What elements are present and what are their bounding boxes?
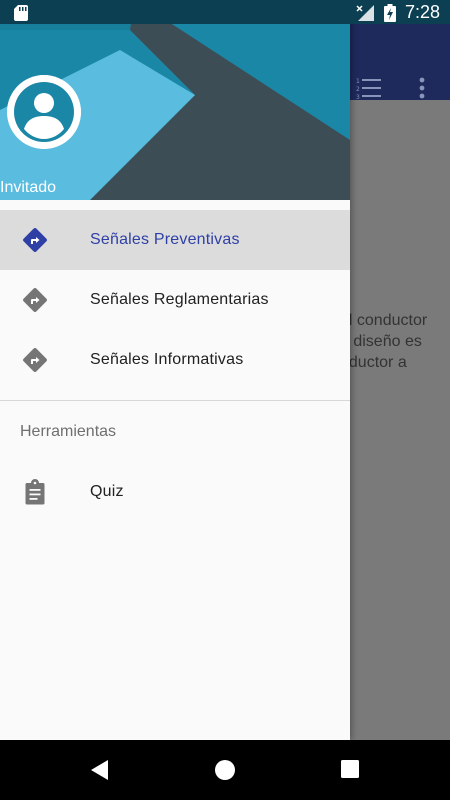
avatar[interactable] — [7, 75, 81, 149]
menu-item-senales-informativas[interactable]: Señales Informativas — [0, 330, 350, 390]
app-text-line: nductor a — [340, 354, 407, 371]
sign-turn-icon — [22, 287, 48, 313]
home-icon[interactable] — [214, 759, 236, 786]
app-text-line: e diseño es — [340, 333, 422, 350]
drawer-header: Invitado — [0, 0, 350, 200]
menu-item-senales-preventivas[interactable]: Señales Preventivas — [0, 210, 350, 270]
no-signal-icon — [356, 5, 374, 26]
app-body-text: al conductor e diseño es nductor a — [340, 310, 450, 373]
sd-card-icon — [14, 5, 28, 26]
svg-text:1: 1 — [356, 78, 360, 85]
status-bar: 7:28 — [0, 0, 450, 24]
app-text-line: al conductor — [340, 312, 428, 329]
navigation-bar — [0, 740, 450, 800]
menu-item-label: Señales Reglamentarias — [90, 291, 269, 308]
svg-text:2: 2 — [356, 86, 360, 93]
menu-item-label: Señales Informativas — [90, 351, 244, 368]
sign-turn-icon — [22, 347, 48, 373]
sign-turn-icon — [22, 227, 48, 253]
battery-charging-icon — [384, 4, 396, 27]
back-icon[interactable] — [90, 759, 110, 786]
menu-item-senales-reglamentarias[interactable]: Señales Reglamentarias — [0, 270, 350, 330]
menu-item-label: Quiz — [90, 483, 124, 500]
account-circle-icon — [7, 75, 81, 149]
menu-divider — [0, 400, 350, 401]
recents-icon[interactable] — [340, 759, 360, 784]
clipboard-icon — [22, 479, 48, 505]
section-title-herramientas: Herramientas — [20, 423, 117, 440]
navigation-drawer: Invitado Señales Preventivas Señales Reg… — [0, 0, 350, 740]
status-time: 7:28 — [405, 2, 441, 22]
menu-item-quiz[interactable]: Quiz — [0, 462, 350, 522]
user-name: Invitado — [0, 179, 57, 196]
menu-item-label: Señales Preventivas — [90, 231, 240, 248]
